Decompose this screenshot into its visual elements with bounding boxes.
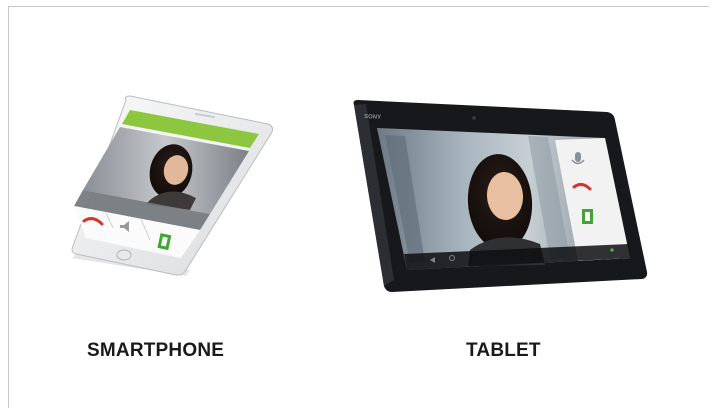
tablet-label: TABLET xyxy=(466,340,541,361)
tablet-open-door-icon[interactable] xyxy=(582,209,593,224)
smartphone-device xyxy=(71,95,273,276)
tablet-brand-logo: SONY xyxy=(364,114,381,121)
tablet-device: SONY xyxy=(353,100,648,292)
smartphone-label: SMARTPHONE xyxy=(87,340,225,361)
tablet-camera xyxy=(472,116,476,120)
phone-home-button xyxy=(116,249,132,261)
